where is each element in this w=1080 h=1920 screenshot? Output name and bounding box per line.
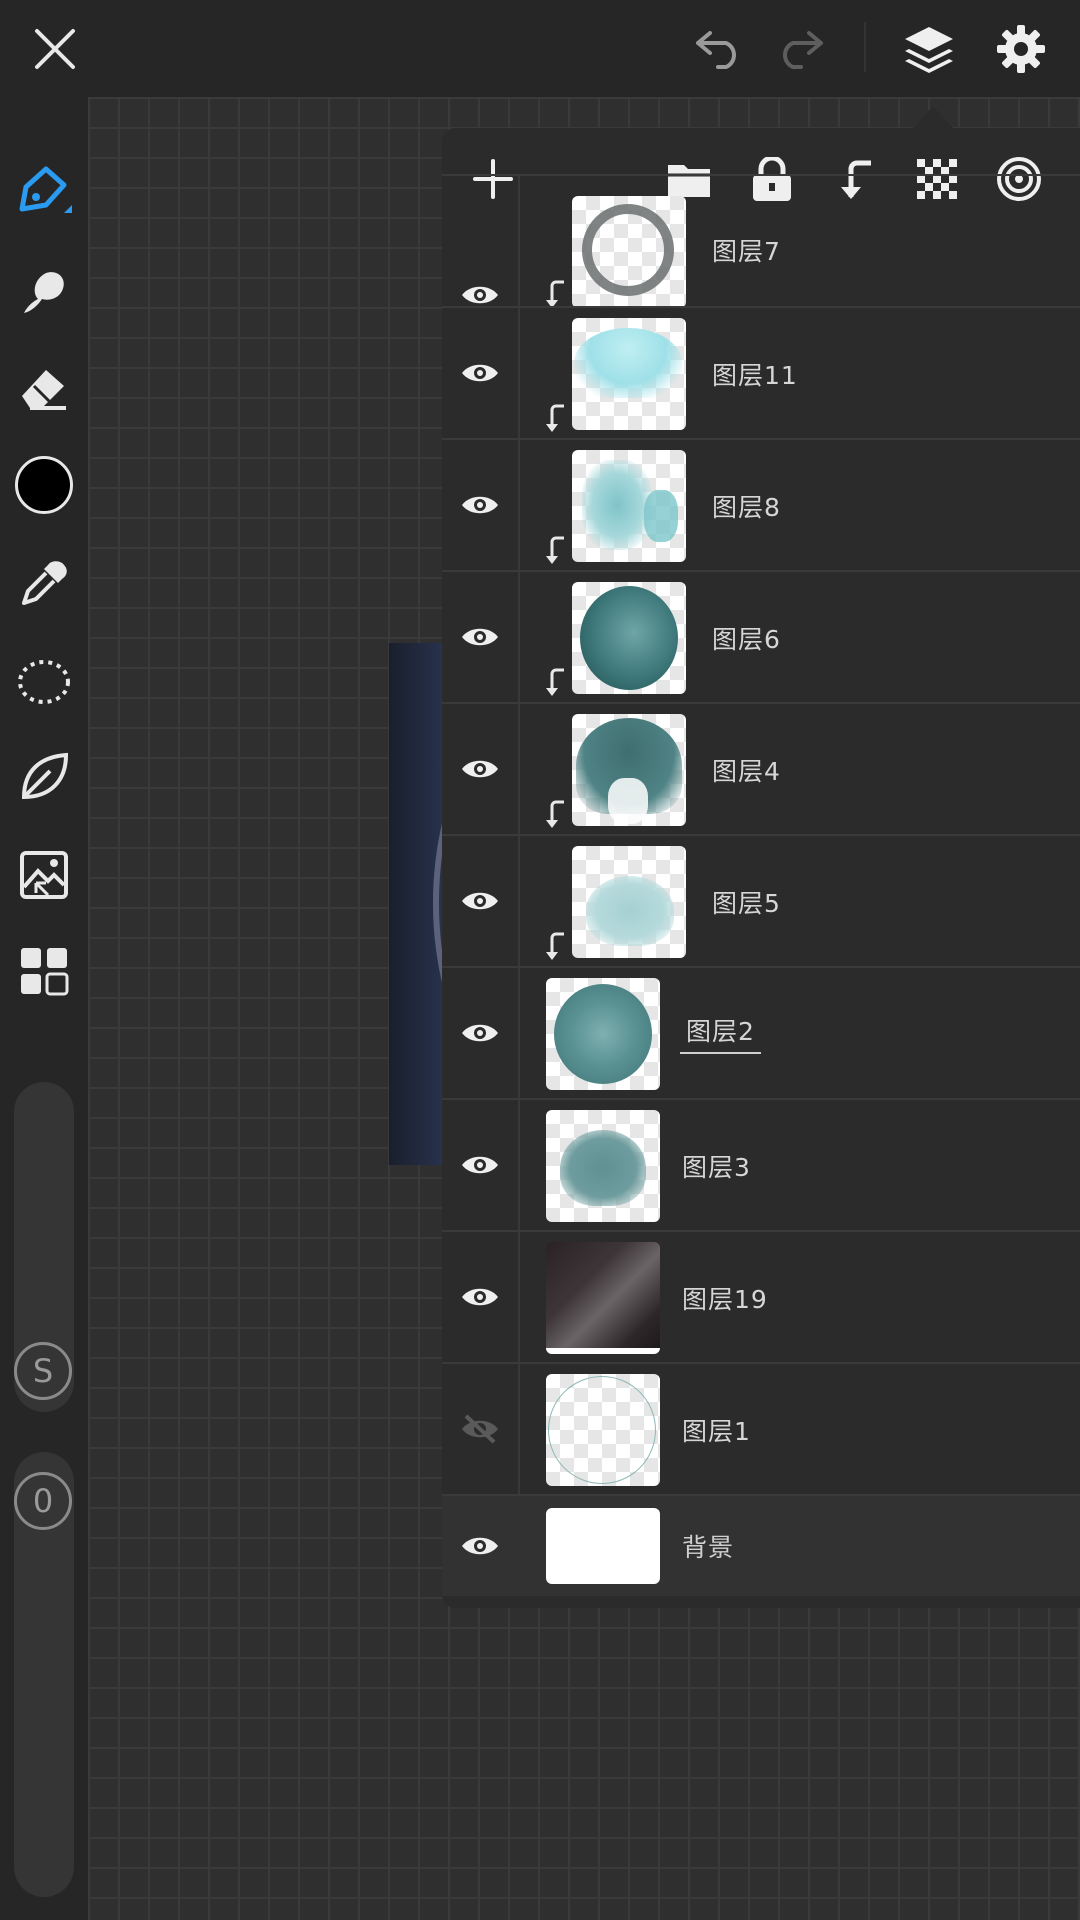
redo-icon[interactable] (766, 14, 836, 84)
layer-name: 图层19 (682, 1285, 768, 1314)
panel-pointer (913, 106, 953, 128)
lasso-icon[interactable] (10, 647, 78, 715)
layer-name: 图层8 (712, 493, 781, 522)
toolbar-divider (864, 22, 866, 72)
visibility-toggle[interactable] (442, 1496, 518, 1596)
smudge-icon[interactable] (10, 257, 78, 325)
eraser-icon[interactable] (10, 354, 78, 422)
visibility-toggle[interactable] (442, 704, 520, 834)
visibility-toggle[interactable] (442, 836, 520, 966)
clip-arrow-icon (546, 800, 564, 828)
visibility-toggle[interactable] (442, 1232, 520, 1362)
layer-thumbnail (546, 1242, 660, 1354)
visibility-toggle[interactable] (442, 572, 520, 702)
visibility-toggle-hidden[interactable] (442, 1364, 520, 1494)
layer-row[interactable]: 图层11 (442, 306, 1080, 438)
layer-name: 图层4 (712, 757, 781, 786)
layers-panel: 图层7 图层11 图层8 图层6 图层4 图层5 图层2 图层3 图层19 图层… (442, 128, 1080, 1608)
layer-name: 图层6 (712, 625, 781, 654)
layer-thumbnail (572, 196, 686, 308)
color-swatch[interactable] (10, 451, 78, 519)
layer-name: 图层11 (712, 361, 798, 390)
clip-arrow-icon (546, 668, 564, 696)
layer-row[interactable]: 图层1 (442, 1362, 1080, 1494)
layer-thumbnail (546, 1374, 660, 1486)
leaf-icon[interactable] (10, 743, 78, 811)
layers-icon[interactable] (894, 14, 964, 84)
layer-thumbnail (572, 450, 686, 562)
top-toolbar (0, 0, 1080, 97)
layer-row[interactable]: 图层7 (442, 174, 1080, 308)
image-import-icon[interactable] (10, 841, 78, 909)
layer-thumbnail (572, 846, 686, 958)
visibility-toggle[interactable] (442, 1100, 520, 1230)
layer-row[interactable]: 图层4 (442, 702, 1080, 834)
undo-icon[interactable] (683, 14, 753, 84)
layer-name: 图层3 (682, 1153, 751, 1182)
visibility-toggle[interactable] (442, 440, 520, 570)
layer-name: 图层7 (712, 237, 781, 266)
layer-row[interactable]: 图层19 (442, 1230, 1080, 1362)
layer-row[interactable]: 图层8 (442, 438, 1080, 570)
layer-thumbnail (546, 1508, 660, 1584)
visibility-toggle[interactable] (442, 176, 520, 306)
layer-name: 背景 (682, 1533, 735, 1562)
brush-icon[interactable] (10, 157, 78, 225)
grid-icon[interactable] (10, 937, 78, 1005)
layer-row[interactable]: 图层2 (442, 966, 1080, 1098)
layer-thumbnail (572, 318, 686, 430)
visibility-toggle[interactable] (442, 308, 520, 438)
size-button[interactable]: S (14, 1342, 72, 1400)
left-toolbar: S 0 (0, 97, 88, 1920)
layer-name: 图层5 (712, 889, 781, 918)
clip-arrow-icon (546, 404, 564, 432)
clip-arrow-icon (546, 932, 564, 960)
layer-name: 图层1 (682, 1417, 751, 1446)
layer-row[interactable]: 图层3 (442, 1098, 1080, 1230)
eyedropper-icon[interactable] (10, 549, 78, 617)
layer-thumbnail (546, 978, 660, 1090)
layer-name: 图层2 (680, 1012, 761, 1054)
layer-row[interactable]: 图层5 (442, 834, 1080, 966)
clip-arrow-icon (546, 536, 564, 564)
layer-row[interactable]: 图层6 (442, 570, 1080, 702)
gear-icon[interactable] (986, 14, 1056, 84)
layer-thumbnail (572, 714, 686, 826)
visibility-toggle[interactable] (442, 968, 520, 1098)
opacity-button[interactable]: 0 (14, 1472, 72, 1530)
layer-row-background[interactable]: 背景 (442, 1494, 1080, 1596)
layer-thumbnail (572, 582, 686, 694)
close-icon[interactable] (20, 14, 90, 84)
layer-thumbnail (546, 1110, 660, 1222)
